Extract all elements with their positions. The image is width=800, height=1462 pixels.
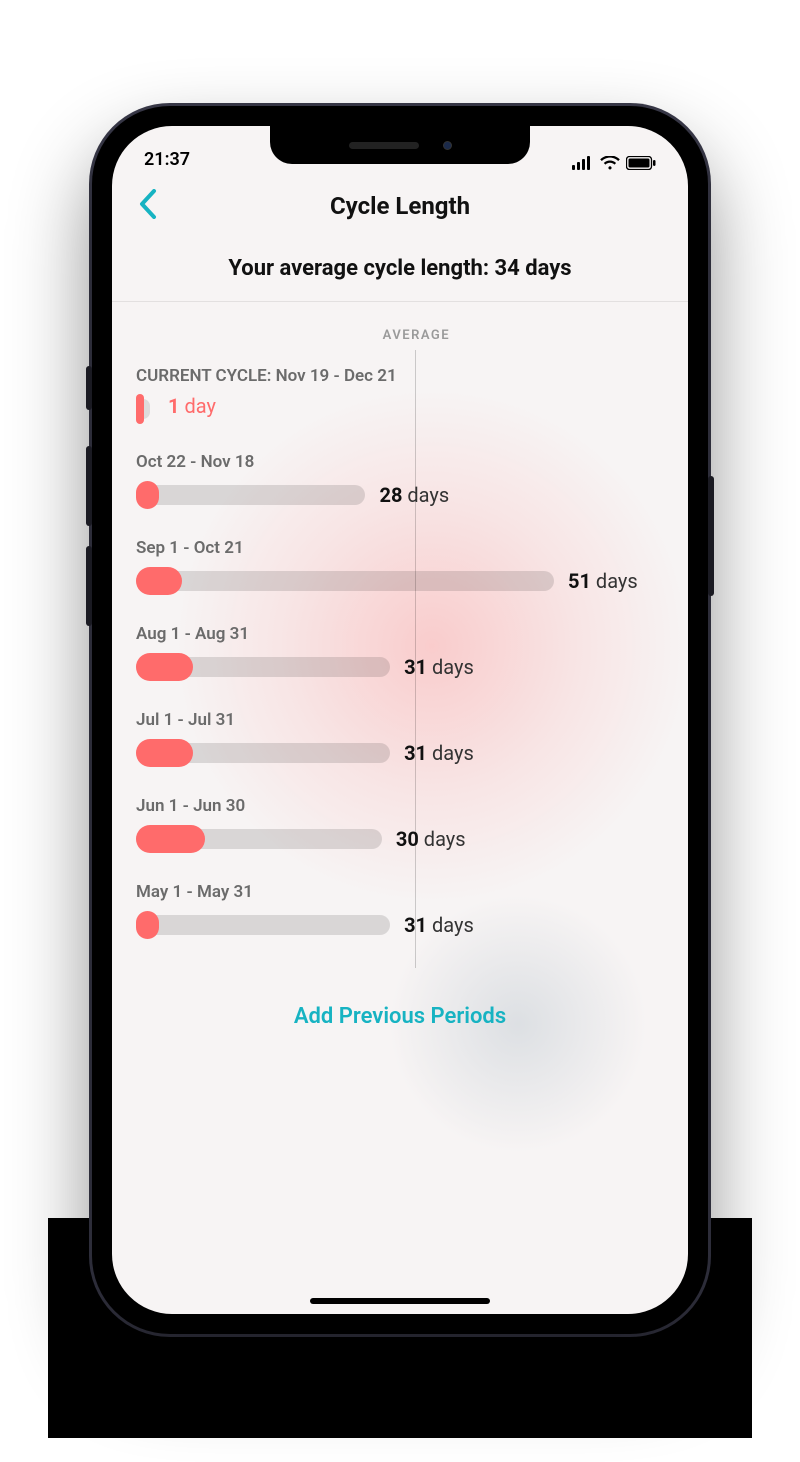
cycle-bar-fill bbox=[136, 825, 205, 853]
nav-bar: Cycle Length bbox=[112, 174, 688, 238]
screen: 21:37 Cycle Length Your average cycle le… bbox=[112, 126, 688, 1314]
cycle-row[interactable]: Jul 1 - Jul 31 31 days bbox=[136, 710, 664, 768]
chart-area: AVERAGE CURRENT CYCLE: Nov 19 - Dec 21 1 … bbox=[112, 302, 688, 978]
cycle-range-label: Jul 1 - Jul 31 bbox=[136, 710, 664, 730]
cycle-bar-fill bbox=[136, 911, 159, 939]
cycle-day-count: 31 days bbox=[404, 655, 474, 679]
cycle-day-count: 51 days bbox=[568, 569, 638, 593]
notch bbox=[270, 126, 530, 164]
cycle-range-label: Oct 22 - Nov 18 bbox=[136, 452, 664, 472]
average-axis-label: AVERAGE bbox=[383, 328, 450, 343]
cycle-bar-fill bbox=[136, 394, 144, 424]
cycle-range-label: CURRENT CYCLE: Nov 19 - Dec 21 bbox=[136, 366, 664, 386]
average-summary: Your average cycle length: 34 days bbox=[112, 238, 688, 302]
cycle-row[interactable]: Oct 22 - Nov 18 28 days bbox=[136, 452, 664, 510]
cycle-list: CURRENT CYCLE: Nov 19 - Dec 21 1 day Oct 2… bbox=[136, 366, 664, 940]
cycle-range-label: Aug 1 - Aug 31 bbox=[136, 624, 664, 644]
cycle-bar-fill bbox=[136, 567, 182, 595]
speaker-grille bbox=[349, 142, 419, 149]
cycle-bar-line: 28 days bbox=[136, 480, 664, 510]
cycle-bar-track bbox=[136, 743, 390, 763]
cycle-range-label: Sep 1 - Oct 21 bbox=[136, 538, 664, 558]
page-title: Cycle Length bbox=[330, 192, 470, 220]
cycle-day-count: 30 days bbox=[396, 827, 466, 851]
power-button bbox=[708, 476, 714, 596]
cycle-bar-track bbox=[136, 399, 150, 419]
cycle-bar-fill bbox=[136, 653, 193, 681]
cycle-row[interactable]: Sep 1 - Oct 21 51 days bbox=[136, 538, 664, 596]
wifi-icon bbox=[600, 156, 620, 170]
front-camera bbox=[443, 141, 452, 150]
cycle-row[interactable]: Aug 1 - Aug 31 31 days bbox=[136, 624, 664, 682]
cycle-bar-line: 31 days bbox=[136, 738, 664, 768]
cycle-day-count: 1 day bbox=[168, 394, 216, 418]
cycle-bar-line: 31 days bbox=[136, 652, 664, 682]
phone-frame: 21:37 Cycle Length Your average cycle le… bbox=[92, 106, 708, 1334]
cycle-day-count: 31 days bbox=[404, 741, 474, 765]
cycle-bar-line: 1 day bbox=[136, 394, 664, 424]
back-button[interactable] bbox=[130, 186, 166, 222]
cycle-bar-track bbox=[136, 571, 554, 591]
cycle-range-label: May 1 - May 31 bbox=[136, 882, 664, 902]
cycle-row[interactable]: May 1 - May 31 31 days bbox=[136, 882, 664, 940]
status-time: 21:37 bbox=[144, 149, 190, 170]
cycle-bar-line: 31 days bbox=[136, 910, 664, 940]
chevron-left-icon bbox=[139, 189, 157, 219]
cycle-bar-line: 51 days bbox=[136, 566, 664, 596]
cycle-range-label: Jun 1 - Jun 30 bbox=[136, 796, 664, 816]
cycle-bar-line: 30 days bbox=[136, 824, 664, 854]
cycle-bar-fill bbox=[136, 481, 159, 509]
cycle-day-count: 28 days bbox=[379, 483, 449, 507]
cycle-bar-track bbox=[136, 829, 382, 849]
cycle-bar-track bbox=[136, 485, 365, 505]
cycle-bar-fill bbox=[136, 739, 193, 767]
volume-down-button bbox=[86, 546, 92, 626]
home-indicator[interactable] bbox=[310, 1298, 490, 1304]
mute-switch bbox=[86, 366, 92, 410]
cycle-row[interactable]: CURRENT CYCLE: Nov 19 - Dec 21 1 day bbox=[136, 366, 664, 424]
volume-up-button bbox=[86, 446, 92, 526]
cycle-bar-track bbox=[136, 657, 390, 677]
cycle-row[interactable]: Jun 1 - Jun 30 30 days bbox=[136, 796, 664, 854]
battery-icon bbox=[626, 156, 656, 170]
add-previous-periods-link[interactable]: Add Previous Periods bbox=[112, 978, 688, 1057]
cycle-day-count: 31 days bbox=[404, 913, 474, 937]
cycle-bar-track bbox=[136, 915, 390, 935]
cellular-icon bbox=[572, 156, 594, 170]
